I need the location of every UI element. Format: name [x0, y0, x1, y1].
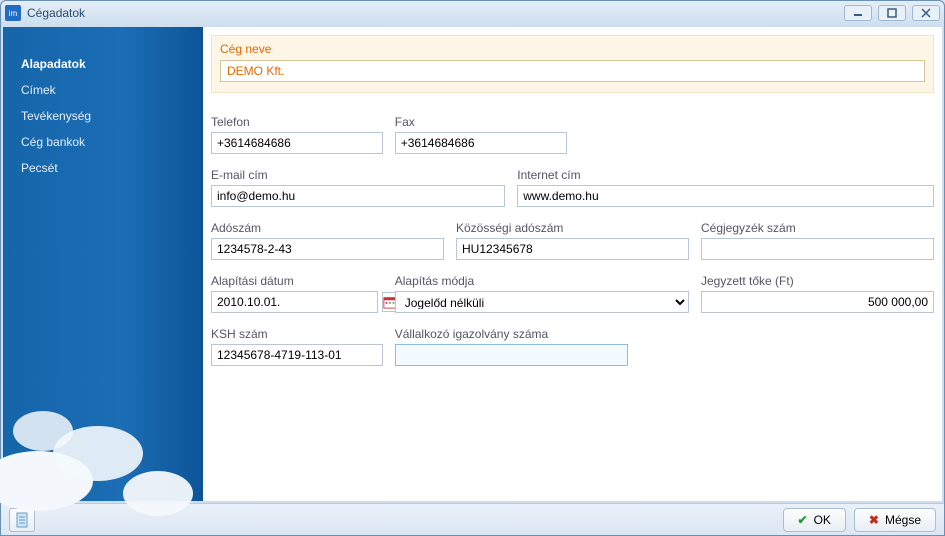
cancel-button[interactable]: ✖ Mégse: [854, 508, 936, 532]
maximize-button[interactable]: [878, 5, 906, 21]
label-alapitasi-datum: Alapítási dátum: [211, 274, 383, 288]
company-name-label: Cég neve: [220, 42, 925, 56]
field-alapitasi-datum: Alapítási dátum: [211, 274, 383, 313]
sidebar-item-ceg-bankok[interactable]: Cég bankok: [3, 129, 203, 155]
sidebar-item-alapadatok[interactable]: Alapadatok: [3, 51, 203, 77]
field-alapitas-modja: Alapítás módja Jogelőd nélküli: [395, 274, 689, 313]
company-name-input[interactable]: [220, 60, 925, 82]
sidebar: Alapadatok Címek Tevékenység Cég bankok …: [3, 27, 203, 501]
label-fax: Fax: [395, 115, 567, 129]
label-cegjegyzek: Cégjegyzék szám: [701, 221, 934, 235]
label-telefon: Telefon: [211, 115, 383, 129]
close-icon: [921, 8, 931, 18]
label-vallalkozo: Vállalkozó igazolvány száma: [395, 327, 628, 341]
field-fax: Fax: [395, 115, 567, 154]
body: Alapadatok Címek Tevékenység Cég bankok …: [3, 27, 942, 501]
main-panel: Cég neve Telefon Fax E-mail cím: [203, 27, 942, 501]
label-jegyzett-toke: Jegyzett tőke (Ft): [701, 274, 934, 288]
window-title: Cégadatok: [27, 6, 844, 20]
label-email: E-mail cím: [211, 168, 505, 182]
field-ksh: KSH szám: [211, 327, 383, 366]
input-cegjegyzek[interactable]: [701, 238, 934, 260]
titlebar: im Cégadatok: [1, 1, 944, 25]
field-vallalkozo: Vállalkozó igazolvány száma: [395, 327, 628, 366]
field-internet: Internet cím: [517, 168, 934, 207]
cancel-label: Mégse: [885, 513, 921, 527]
label-alapitas-modja: Alapítás módja: [395, 274, 689, 288]
input-fax[interactable]: [395, 132, 567, 154]
input-ksh[interactable]: [211, 344, 383, 366]
form: Telefon Fax E-mail cím Internet cím: [211, 105, 934, 366]
app-icon: im: [5, 5, 21, 21]
field-cegjegyzek: Cégjegyzék szám: [701, 221, 934, 260]
input-jegyzett-toke[interactable]: [701, 291, 934, 313]
field-kozossegi: Közösségi adószám: [456, 221, 689, 260]
label-kozossegi: Közösségi adószám: [456, 221, 689, 235]
sidebar-item-cimek[interactable]: Címek: [3, 77, 203, 103]
company-name-block: Cég neve: [211, 35, 934, 93]
label-internet: Internet cím: [517, 168, 934, 182]
footer-tool-button[interactable]: [9, 508, 35, 532]
minimize-button[interactable]: [844, 5, 872, 21]
window-controls: [844, 5, 940, 21]
ok-label: OK: [814, 513, 831, 527]
minimize-icon: [853, 8, 863, 18]
cross-icon: ✖: [869, 513, 879, 527]
field-telefon: Telefon: [211, 115, 383, 154]
check-icon: ✔: [798, 513, 808, 527]
field-adoszam: Adószám: [211, 221, 444, 260]
maximize-icon: [887, 8, 897, 18]
sidebar-item-tevekenyseg[interactable]: Tevékenység: [3, 103, 203, 129]
input-alapitasi-datum[interactable]: [211, 291, 378, 313]
input-vallalkozo[interactable]: [395, 344, 628, 366]
field-email: E-mail cím: [211, 168, 505, 207]
sidebar-decoration: [3, 381, 203, 501]
select-alapitas-modja[interactable]: Jogelőd nélküli: [395, 291, 689, 313]
field-jegyzett-toke: Jegyzett tőke (Ft): [701, 274, 934, 313]
window: im Cégadatok Alapadatok Címek Tevékenysé…: [0, 0, 945, 536]
document-icon: [15, 512, 29, 528]
input-internet[interactable]: [517, 185, 934, 207]
label-adoszam: Adószám: [211, 221, 444, 235]
input-telefon[interactable]: [211, 132, 383, 154]
label-ksh: KSH szám: [211, 327, 383, 341]
ok-button[interactable]: ✔ OK: [783, 508, 846, 532]
input-adoszam[interactable]: [211, 238, 444, 260]
sidebar-item-pecset[interactable]: Pecsét: [3, 155, 203, 181]
input-email[interactable]: [211, 185, 505, 207]
close-button[interactable]: [912, 5, 940, 21]
input-kozossegi[interactable]: [456, 238, 689, 260]
